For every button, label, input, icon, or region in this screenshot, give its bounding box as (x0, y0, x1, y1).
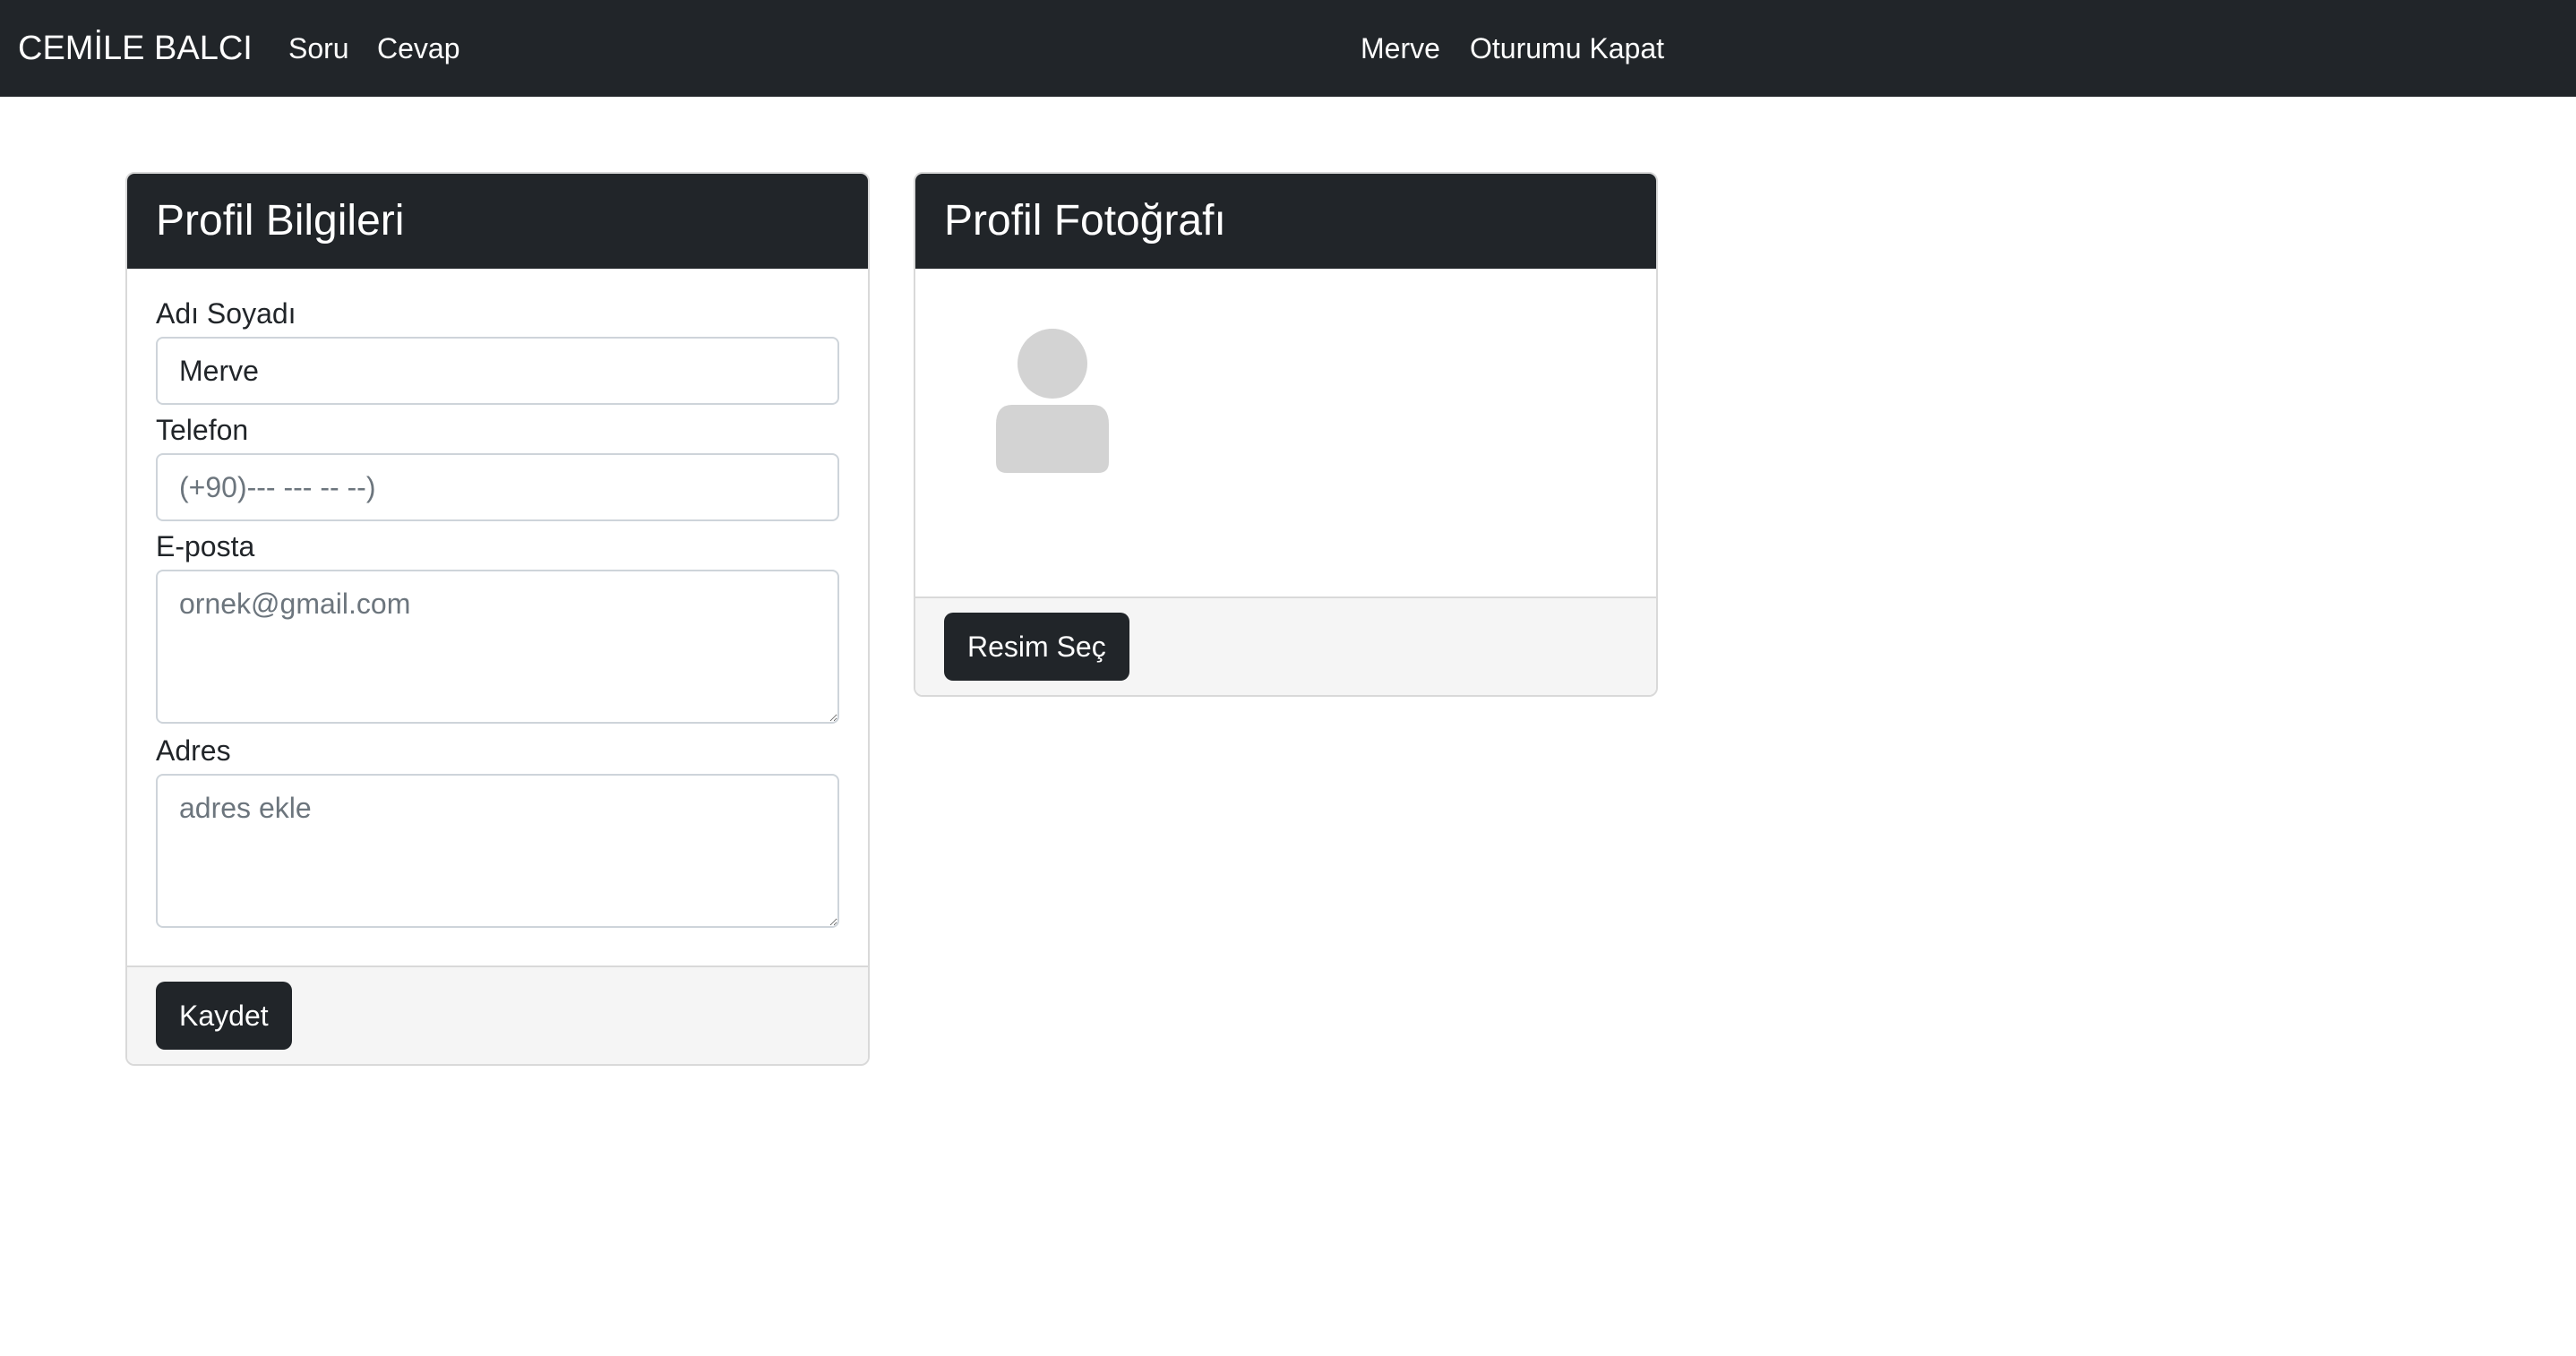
phone-label: Telefon (156, 414, 249, 446)
email-label: E-posta (156, 530, 255, 562)
user-silhouette-icon (996, 329, 1109, 473)
save-button[interactable]: Kaydet (156, 982, 292, 1050)
profile-photo-footer: Resim Seç (915, 596, 1656, 695)
nav-user-name[interactable]: Merve (1361, 0, 1440, 97)
nav-link-cevap[interactable]: Cevap (377, 0, 460, 97)
logout-link[interactable]: Oturumu Kapat (1470, 0, 1664, 97)
name-label: Adı Soyadı (156, 297, 296, 330)
select-image-button[interactable]: Resim Seç (944, 613, 1129, 681)
profile-info-form: Adı Soyadı Telefon E-posta Adres (127, 269, 868, 966)
profile-info-footer: Kaydet (127, 966, 868, 1064)
profile-photo-card: Profil Fotoğrafı Resim Seç (914, 172, 1658, 697)
top-navbar: CEMİLE BALCI Soru Cevap Merve Oturumu Ka… (0, 0, 2576, 97)
phone-input[interactable] (156, 453, 839, 521)
address-textarea[interactable] (156, 774, 839, 928)
profile-photo-body (915, 269, 1656, 596)
address-label: Adres (156, 734, 231, 767)
email-textarea[interactable] (156, 570, 839, 724)
profile-info-title: Profil Bilgileri (127, 174, 868, 269)
profile-info-card: Profil Bilgileri Adı Soyadı Telefon E-po… (125, 172, 870, 1066)
name-input[interactable] (156, 337, 839, 405)
nav-link-soru[interactable]: Soru (288, 0, 349, 97)
brand-link[interactable]: CEMİLE BALCI (18, 0, 253, 97)
profile-photo-title: Profil Fotoğrafı (915, 174, 1656, 269)
